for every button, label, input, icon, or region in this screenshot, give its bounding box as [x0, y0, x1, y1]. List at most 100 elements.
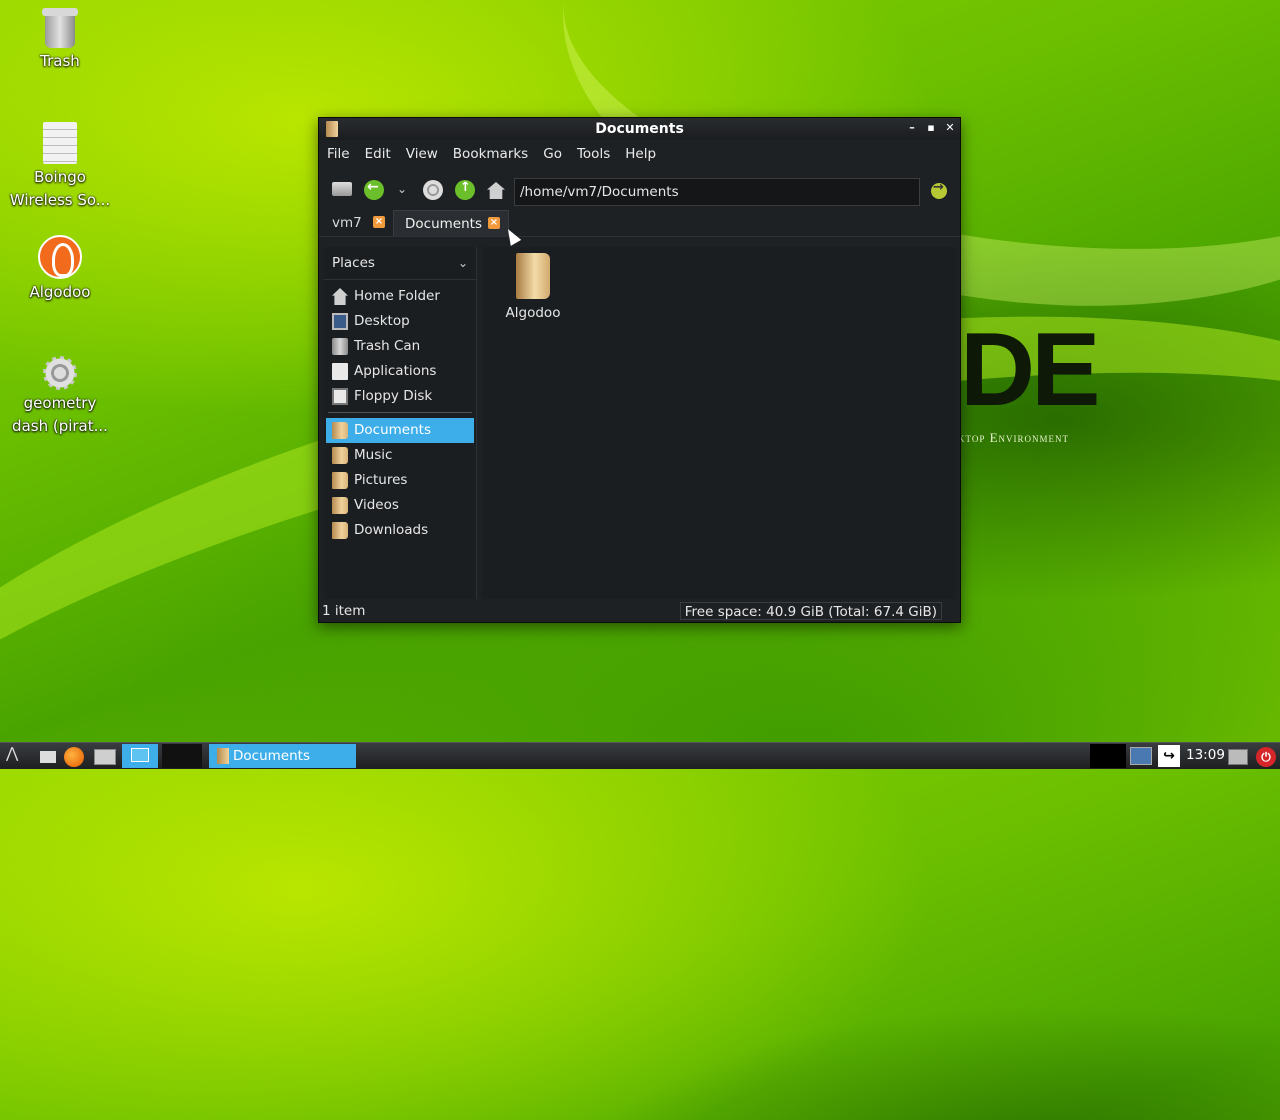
sidebar-item-label: Documents: [354, 422, 431, 438]
system-monitor: [1090, 744, 1126, 768]
location-bar[interactable]: [514, 178, 920, 206]
sidebar-item-desktop[interactable]: Desktop: [326, 309, 474, 334]
home-icon: [487, 182, 505, 199]
minimize-button[interactable]: –: [905, 121, 919, 135]
new-tab-button[interactable]: [332, 182, 352, 196]
sidebar-item-label: Floppy Disk: [354, 388, 433, 404]
sidebar-item-documents[interactable]: Documents: [326, 418, 474, 443]
sidebar-item-label: Music: [354, 447, 393, 463]
back-button[interactable]: [364, 179, 384, 200]
close-tab-icon[interactable]: ×: [373, 216, 385, 228]
desktop-icon-label: geometry: [23, 394, 97, 412]
toolbar: ⌄: [319, 168, 960, 210]
logout-icon[interactable]: ↪: [1158, 745, 1180, 767]
tab-documents[interactable]: Documents ×: [393, 210, 509, 236]
free-space: Free space: 40.9 GiB (Total: 67.4 GiB): [679, 602, 942, 620]
sidebar-item-trash-can[interactable]: Trash Can: [326, 334, 474, 359]
sidebar-item-label: Home Folder: [354, 288, 440, 304]
workspace-2[interactable]: [162, 744, 202, 768]
folder-icon: [332, 522, 348, 539]
folder-icon: [332, 497, 348, 514]
sidebar-item-music[interactable]: Music: [326, 443, 474, 468]
sidebar-item-videos[interactable]: Videos: [326, 493, 474, 518]
maximize-button[interactable]: ▪: [924, 121, 938, 135]
menu-view[interactable]: View: [406, 146, 438, 162]
sidebar-item-home-folder[interactable]: Home Folder: [326, 284, 474, 309]
clock[interactable]: 13:09: [1186, 747, 1225, 763]
applications-icon: [332, 363, 348, 380]
folder-icon: [217, 748, 229, 764]
places-selector[interactable]: Places ⌄: [324, 247, 476, 280]
taskbar-task-documents[interactable]: Documents: [209, 744, 356, 768]
sidebar-item-floppy-disk[interactable]: Floppy Disk: [326, 384, 474, 409]
desktop-icon-label: Algodoo: [29, 283, 91, 301]
sidebar-item-label: Downloads: [354, 522, 429, 538]
show-desktop-icon[interactable]: [40, 751, 56, 763]
folder-icon: [516, 253, 550, 299]
sidebar-item-label: Applications: [354, 363, 437, 379]
display-icon[interactable]: [1228, 749, 1248, 765]
menu-tools[interactable]: Tools: [577, 146, 610, 162]
desktop-icon-boingo[interactable]: Boingo Wireless So...: [0, 122, 120, 212]
tab-bar: vm7 × Documents ×: [319, 210, 960, 237]
trash-icon: [332, 338, 348, 355]
close-tab-icon[interactable]: ×: [488, 217, 500, 229]
go-button[interactable]: [931, 180, 947, 199]
home-icon: [332, 288, 348, 305]
menu-bookmarks[interactable]: Bookmarks: [453, 146, 528, 162]
menu-edit[interactable]: Edit: [365, 146, 391, 162]
close-button[interactable]: ✕: [943, 121, 957, 135]
sidebar-item-label: Desktop: [354, 313, 410, 329]
folder-icon: [332, 447, 348, 464]
workspace-icon: [131, 748, 149, 762]
firefox-icon[interactable]: [64, 747, 84, 767]
reload-button[interactable]: [423, 180, 443, 200]
desktop-icon-geometry-dash[interactable]: geometry dash (pirat...: [0, 350, 120, 438]
taskbar: ⋀ Documents ↪ 13:09 ⏻: [0, 742, 1280, 769]
home-button[interactable]: [486, 180, 506, 200]
sidebar-item-label: Videos: [354, 497, 399, 513]
desktop-icon-label: Boingo: [34, 168, 86, 186]
desktop-icon-label: Wireless So...: [9, 191, 111, 209]
places-label: Places: [332, 255, 375, 271]
tab-label: Documents: [405, 216, 482, 232]
algodoo-icon: [38, 235, 82, 279]
up-button[interactable]: [455, 180, 475, 200]
desktop-icon-algodoo[interactable]: Algodoo: [0, 235, 120, 304]
menu-bar: File Edit View Bookmarks Go Tools Help: [319, 140, 960, 168]
file-name: Algodoo: [505, 305, 561, 321]
menu-go[interactable]: Go: [543, 146, 562, 162]
desktop-icon-label: Trash: [40, 52, 80, 70]
task-label: Documents: [233, 748, 310, 764]
desktop-icon-trash[interactable]: Trash: [0, 8, 120, 73]
menu-help[interactable]: Help: [625, 146, 656, 162]
workspace-1[interactable]: [122, 744, 158, 768]
window-switcher-icon[interactable]: [94, 749, 116, 765]
tab-vm7[interactable]: vm7 ×: [321, 210, 393, 236]
desktop-icon: [332, 313, 348, 330]
item-count: 1 item: [322, 603, 366, 619]
menu-launcher-icon[interactable]: ⋀: [6, 744, 30, 764]
side-pane: Places ⌄ Home Folder Desktop Trash Can A…: [324, 247, 477, 599]
title-bar[interactable]: Documents – ▪ ✕: [319, 118, 960, 140]
wallpaper-brand-subtitle: ktop Environment: [958, 430, 1070, 445]
sidebar-item-applications[interactable]: Applications: [326, 359, 474, 384]
gear-icon: [43, 356, 77, 390]
power-icon[interactable]: ⏻: [1256, 747, 1276, 767]
folder-icon: [332, 472, 348, 489]
window-title: Documents: [595, 121, 684, 137]
sidebar-item-label: Trash Can: [354, 338, 421, 354]
folder-view[interactable]: Algodoo: [482, 247, 956, 599]
sidebar-item-pictures[interactable]: Pictures: [326, 468, 474, 493]
sidebar-item-downloads[interactable]: Downloads: [326, 518, 474, 543]
sidebar-separator: [328, 412, 472, 416]
floppy-icon: [332, 388, 348, 405]
trash-icon: [42, 8, 78, 48]
desktop-icon-label: dash (pirat...: [12, 417, 108, 435]
menu-file[interactable]: File: [327, 146, 350, 162]
document-icon: [43, 122, 77, 164]
file-item-algodoo[interactable]: Algodoo: [502, 253, 564, 321]
history-dropdown-button[interactable]: ⌄: [397, 182, 417, 202]
wallpaper-brand: DE: [960, 312, 1100, 428]
network-icon[interactable]: [1130, 747, 1152, 765]
